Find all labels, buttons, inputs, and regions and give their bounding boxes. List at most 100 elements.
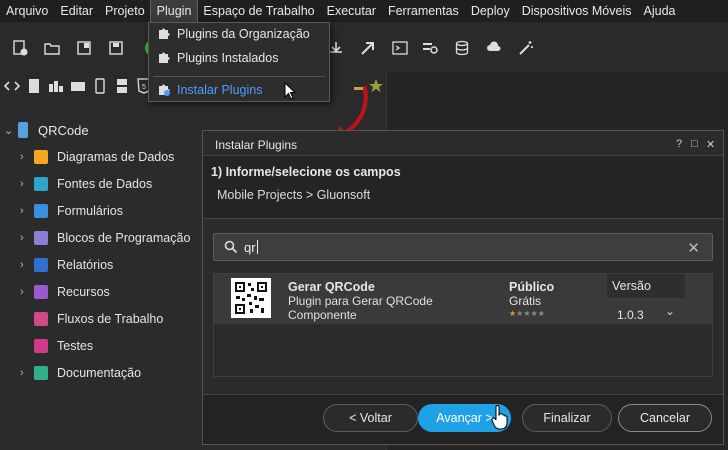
tree-item[interactable]: Testes: [20, 339, 93, 353]
deploy-icon[interactable]: [360, 40, 376, 55]
menu-bar: Arquivo Editar Projeto Plugin Espaço de Trab…: [0, 0, 728, 23]
menu-arquivo[interactable]: Arquivo: [0, 0, 54, 22]
menu-deploy[interactable]: Deploy: [465, 0, 516, 22]
main-toolbar: [0, 22, 728, 72]
qrcode-plugin-icon: [231, 278, 271, 318]
menu-item-label: Instalar Plugins: [177, 83, 263, 97]
tree-item[interactable]: › Diagramas de Dados: [20, 150, 174, 164]
plugin-name: Gerar QRCode: [288, 280, 375, 294]
blocks-icon: [34, 231, 48, 245]
mobile-project-icon: [18, 122, 28, 138]
breadcrumb: Mobile Projects > Gluonsoft: [217, 188, 371, 202]
menu-dispositivos-m-veis[interactable]: Dispositivos Móveis: [516, 0, 638, 22]
chevron-down-icon[interactable]: ⌄: [665, 304, 675, 318]
menu-espa-o-de-trabalho[interactable]: Espaço de Trabalho: [197, 0, 320, 22]
window-icon[interactable]: [76, 40, 92, 55]
mouse-pointer-icon: [284, 82, 297, 100]
tree-item-label: Testes: [57, 339, 94, 353]
tree-item[interactable]: › Fontes de Dados: [20, 177, 152, 191]
close-icon[interactable]: ✕: [706, 138, 715, 151]
menu-item-org-plugins[interactable]: Plugins da Organização: [157, 27, 310, 41]
plugin-visibility: Público: [509, 280, 555, 294]
version-header: Versão: [607, 274, 685, 298]
search-config-icon[interactable]: [422, 40, 438, 54]
menu-item-label: Plugins da Organização: [177, 27, 310, 41]
chevron-right-icon[interactable]: ›: [20, 259, 30, 271]
plugin-list: Gerar QRCode Plugin para Gerar QRCode Co…: [213, 273, 713, 377]
code-icon[interactable]: [4, 78, 20, 92]
resources-icon: [34, 285, 48, 299]
search-icon: [224, 240, 238, 254]
step-title: 1) Informe/selecione os campos: [211, 165, 401, 179]
tree-item[interactable]: › Documentação: [20, 366, 141, 380]
cloud-icon[interactable]: [486, 40, 502, 54]
download-icon[interactable]: [328, 40, 344, 54]
plugin-search-input[interactable]: qr ✕: [213, 233, 713, 261]
cancel-button[interactable]: Cancelar: [618, 404, 712, 432]
tree-item-label: Relatórios: [57, 258, 114, 272]
install-plugins-dialog: Instalar Plugins ? □ ✕ 1) Informe/seleci…: [202, 130, 724, 445]
save-icon[interactable]: [108, 40, 124, 55]
menu-item-installed-plugins[interactable]: Plugins Instalados: [157, 51, 278, 65]
back-button[interactable]: < Voltar: [323, 404, 418, 432]
chevron-right-icon[interactable]: ›: [20, 232, 30, 244]
finish-button[interactable]: Finalizar: [522, 404, 612, 432]
chevron-right-icon[interactable]: ›: [20, 178, 30, 190]
plugin-description: Plugin para Gerar QRCode: [288, 294, 433, 308]
menu-separator: [153, 76, 325, 77]
menu-editar[interactable]: Editar: [54, 0, 99, 22]
hand-pointer-icon: [491, 405, 508, 430]
menu-ajuda[interactable]: Ajuda: [638, 0, 682, 22]
menu-plugin[interactable]: Plugin: [149, 0, 199, 23]
tests-icon: [34, 339, 48, 353]
help-icon[interactable]: ?: [676, 138, 682, 150]
maximize-icon[interactable]: □: [691, 138, 698, 150]
database-icon[interactable]: [454, 40, 470, 56]
chevron-right-icon[interactable]: ›: [20, 367, 30, 379]
tree-item[interactable]: › Recursos: [20, 285, 110, 299]
plugin-row[interactable]: Gerar QRCode Plugin para Gerar QRCode Co…: [214, 274, 712, 324]
svg-text:5: 5: [142, 84, 146, 91]
new-project-icon[interactable]: [12, 40, 28, 56]
tree-item-label: Diagramas de Dados: [57, 150, 175, 164]
open-folder-icon[interactable]: [44, 40, 60, 55]
mobile-icon[interactable]: [92, 78, 108, 94]
tree-item-label: Blocos de Programação: [57, 231, 191, 245]
datasource-icon: [34, 177, 48, 191]
tree-item[interactable]: › Formulários: [20, 204, 123, 218]
chevron-right-icon[interactable]: ›: [20, 205, 30, 217]
dialog-footer: < Voltar Avançar > Finalizar Cancelar: [203, 394, 723, 444]
plugin-rating: ★★★★★: [509, 309, 545, 318]
terminal-icon[interactable]: [392, 40, 408, 55]
star-icon: ★: [537, 309, 545, 318]
tree-item[interactable]: › Blocos de Programação: [20, 231, 190, 245]
puzzle-download-icon: [157, 83, 171, 97]
menu-ferramentas[interactable]: Ferramentas: [382, 0, 465, 22]
puzzle-icon: [157, 27, 171, 41]
report-icon: [34, 258, 48, 272]
tree-item[interactable]: Fluxos de Trabalho: [20, 312, 163, 326]
tree-root-label: QRCode: [38, 122, 89, 138]
menu-projeto[interactable]: Projeto: [99, 0, 151, 22]
version-select[interactable]: 1.0.3: [617, 308, 644, 322]
tree-item-label: Formulários: [57, 204, 123, 218]
magic-wand-icon[interactable]: [518, 40, 534, 55]
server-icon[interactable]: [114, 78, 130, 93]
diagram-icon: [34, 150, 48, 164]
menu-executar[interactable]: Executar: [321, 0, 382, 22]
star-icon: ★: [523, 309, 531, 318]
chart-icon[interactable]: [48, 78, 64, 92]
clear-search-icon[interactable]: ✕: [687, 239, 700, 257]
tree-item-label: Fontes de Dados: [57, 177, 153, 191]
tree-item-label: Fluxos de Trabalho: [57, 312, 164, 326]
tree-item[interactable]: › Relatórios: [20, 258, 113, 272]
chevron-right-icon[interactable]: ›: [20, 151, 30, 163]
dashboard-icon[interactable]: [70, 78, 86, 92]
tree-root[interactable]: ⌄ QRCode: [4, 122, 89, 138]
menu-item-install-plugins[interactable]: Instalar Plugins: [157, 83, 262, 97]
file-icon[interactable]: [26, 78, 42, 93]
search-value: qr: [244, 239, 256, 255]
chevron-down-icon[interactable]: ⌄: [4, 124, 14, 137]
star-icon: ★: [530, 309, 538, 318]
chevron-right-icon[interactable]: ›: [20, 286, 30, 298]
